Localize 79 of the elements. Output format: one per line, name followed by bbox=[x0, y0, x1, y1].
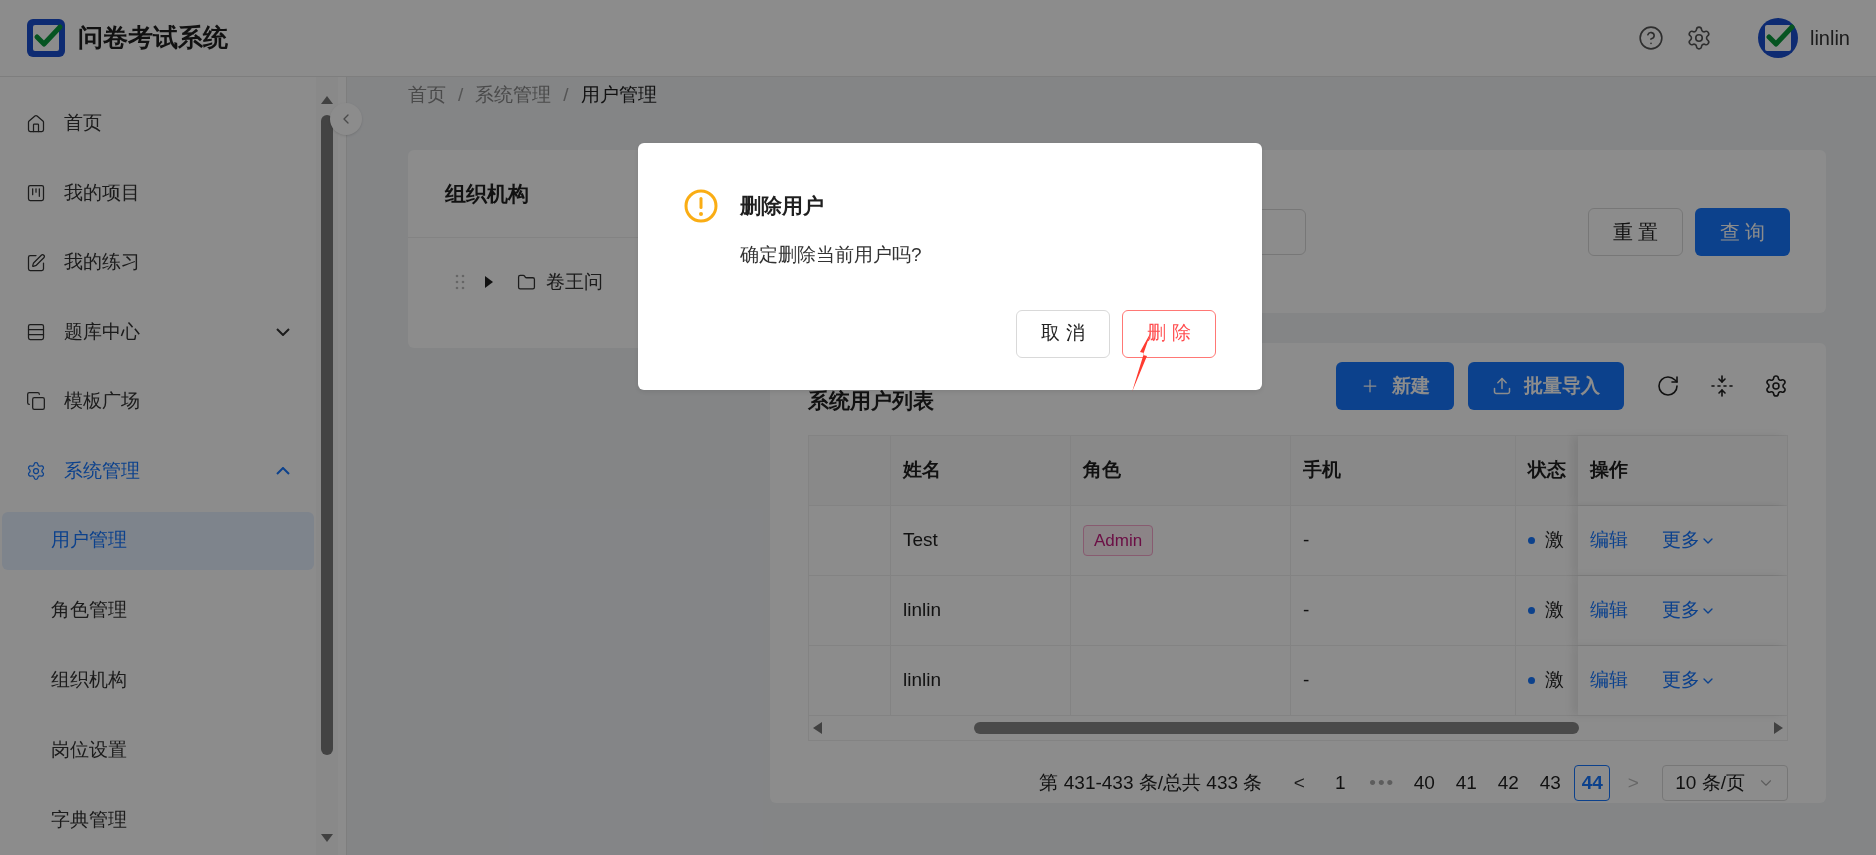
column-header: 姓名 bbox=[903, 458, 941, 483]
scroll-down-icon[interactable] bbox=[321, 833, 333, 843]
scrollbar-thumb[interactable] bbox=[974, 722, 1579, 734]
more-link[interactable]: 更多 bbox=[1662, 666, 1716, 695]
user-name[interactable]: linlin bbox=[1809, 23, 1850, 53]
settings-icon[interactable] bbox=[1685, 25, 1712, 51]
column-header: 手机 bbox=[1303, 458, 1341, 483]
page-button[interactable]: 1 bbox=[1322, 765, 1359, 801]
edit-link[interactable]: 编辑 bbox=[1590, 666, 1628, 695]
role-tag: Admin bbox=[1083, 524, 1154, 557]
table-cell-text: linlin bbox=[903, 598, 942, 623]
sidebar-subitem[interactable]: 组织机构 bbox=[2, 651, 314, 710]
page-size-select[interactable]: 10 条/页 bbox=[1662, 765, 1788, 801]
dialog-title: 删除用户 bbox=[740, 193, 824, 220]
settings-icon bbox=[26, 460, 46, 481]
more-link[interactable]: 更多 bbox=[1662, 526, 1716, 555]
column-header: 操作 bbox=[1590, 458, 1628, 483]
list-icon bbox=[26, 322, 46, 343]
status-text: 激 bbox=[1545, 528, 1564, 553]
query-button[interactable]: 查 询 bbox=[1695, 207, 1790, 256]
help-icon[interactable] bbox=[1637, 25, 1664, 51]
density-icon[interactable] bbox=[1710, 374, 1734, 398]
scroll-right-icon[interactable] bbox=[1774, 722, 1783, 734]
refresh-icon[interactable] bbox=[1656, 374, 1680, 398]
logo-icon bbox=[26, 18, 66, 58]
drag-handle-icon bbox=[455, 274, 465, 290]
sidebar-item[interactable]: 我的练习 bbox=[0, 227, 316, 298]
more-link[interactable]: 更多 bbox=[1662, 596, 1716, 625]
avatar-icon bbox=[1757, 18, 1798, 58]
dialog-message: 确定删除当前用户吗? bbox=[740, 243, 923, 267]
import-button[interactable]: 批量导入 bbox=[1468, 362, 1624, 410]
page-button[interactable]: 40 bbox=[1406, 765, 1443, 801]
cancel-button[interactable]: 取 消 bbox=[1016, 309, 1110, 358]
settings-icon[interactable] bbox=[1764, 374, 1788, 398]
sidebar-item[interactable]: 系统管理 bbox=[0, 436, 316, 506]
sidebar-subitem[interactable]: 字典管理 bbox=[2, 791, 314, 849]
sidebar-item[interactable]: 首页 bbox=[0, 89, 316, 159]
edit-icon bbox=[26, 252, 46, 273]
home-icon bbox=[26, 113, 46, 134]
board-icon bbox=[26, 183, 46, 204]
collapse-button[interactable] bbox=[330, 103, 362, 135]
table-cell-text: Test bbox=[903, 528, 938, 553]
table-cell-text: - bbox=[1303, 528, 1310, 553]
upload-icon bbox=[1492, 376, 1512, 396]
scroll-up-icon[interactable] bbox=[321, 95, 333, 105]
sidebar-subitem[interactable]: 用户管理 bbox=[2, 511, 314, 570]
column-header: 角色 bbox=[1083, 458, 1121, 483]
new-button[interactable]: 新建 bbox=[1336, 362, 1454, 410]
previous-page-button[interactable]: < bbox=[1282, 765, 1317, 801]
copy-icon bbox=[26, 391, 46, 412]
page-button[interactable]: 41 bbox=[1448, 765, 1485, 801]
edit-link[interactable]: 编辑 bbox=[1590, 596, 1628, 625]
status-text: 激 bbox=[1545, 668, 1564, 693]
scrollbar-thumb[interactable] bbox=[321, 115, 333, 755]
panel-title: 组织机构 bbox=[445, 180, 529, 207]
sidebar-item[interactable]: 模板广场 bbox=[0, 366, 316, 437]
table-cell-text: linlin bbox=[903, 668, 942, 693]
sidebar-subitem[interactable]: 角色管理 bbox=[2, 581, 314, 640]
sidebar-item[interactable]: 我的项目 bbox=[0, 158, 316, 228]
card-title: 系统用户列表 bbox=[808, 388, 934, 415]
warning-icon bbox=[684, 189, 718, 223]
edit-link[interactable]: 编辑 bbox=[1590, 526, 1628, 555]
sidebar-item[interactable]: 题库中心 bbox=[0, 297, 316, 367]
pagination-summary: 第 431-433 条/总共 433 条 bbox=[1039, 770, 1263, 795]
scroll-left-icon[interactable] bbox=[813, 722, 822, 734]
folder-icon bbox=[517, 272, 536, 292]
breadcrumb-item: 用户管理 bbox=[580, 83, 657, 107]
reset-button[interactable]: 重 置 bbox=[1588, 207, 1683, 256]
breadcrumb-separator: / bbox=[563, 83, 569, 107]
page-button[interactable]: 44 bbox=[1574, 765, 1611, 801]
sidebar-subitem[interactable]: 岗位设置 bbox=[2, 721, 314, 780]
table-cell-text: - bbox=[1303, 668, 1310, 693]
page-button[interactable]: 42 bbox=[1490, 765, 1527, 801]
page-button[interactable]: 43 bbox=[1532, 765, 1569, 801]
column-header: 状态 bbox=[1528, 458, 1566, 483]
breadcrumb-separator: / bbox=[458, 83, 464, 107]
app-title: 问卷考试系统 bbox=[78, 22, 228, 54]
status-text: 激 bbox=[1545, 598, 1564, 623]
table-cell-text: - bbox=[1303, 598, 1310, 623]
